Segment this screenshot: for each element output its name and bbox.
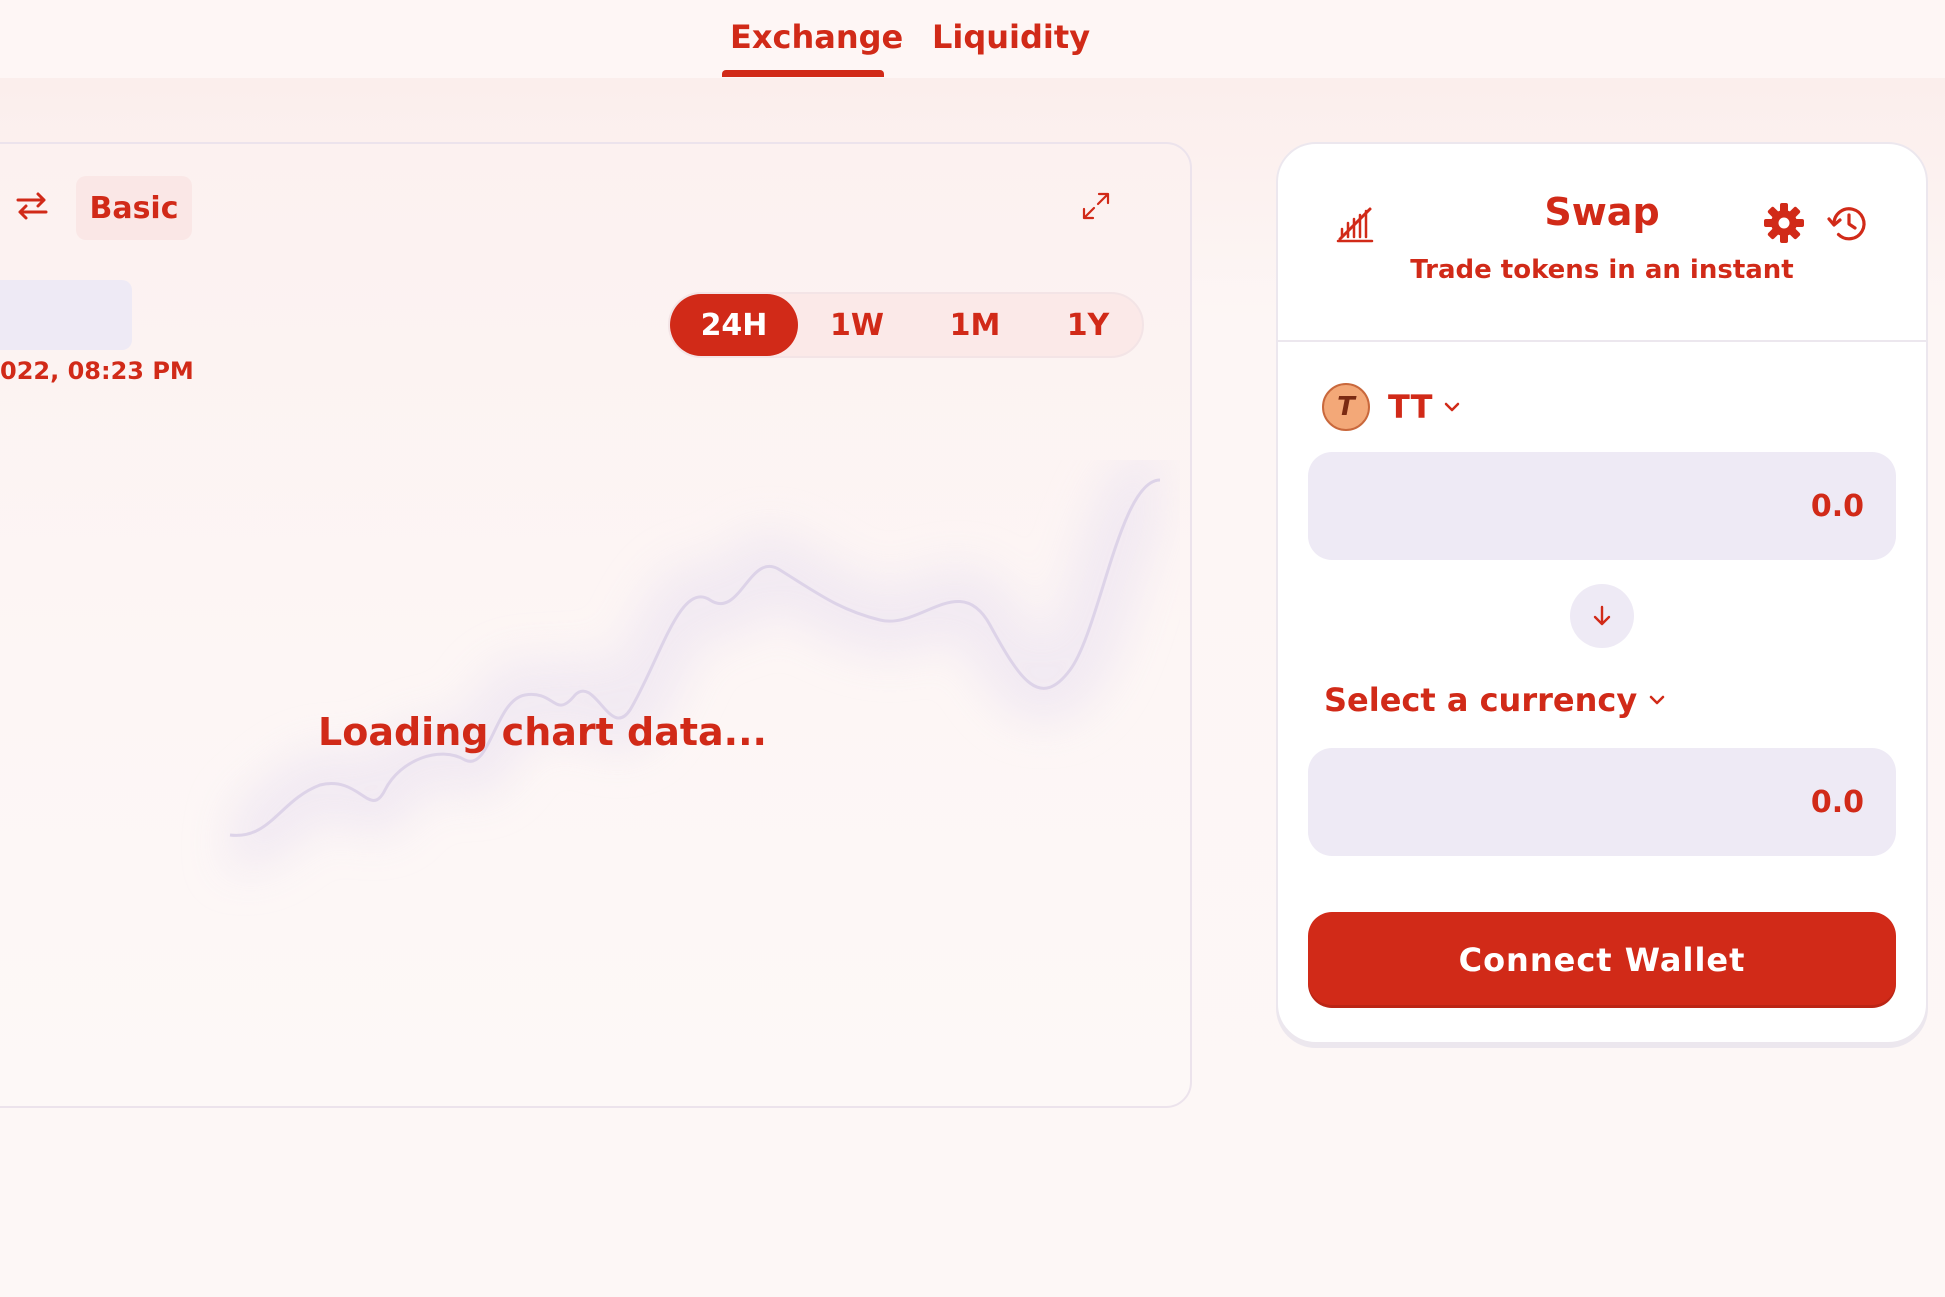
- chevron-down-icon: [1649, 695, 1665, 705]
- chevron-down-icon: [1445, 402, 1460, 412]
- active-tab-indicator: [722, 70, 884, 77]
- price-skeleton: [0, 280, 132, 350]
- history-icon[interactable]: [1826, 201, 1872, 247]
- from-token-symbol: TT: [1388, 388, 1433, 426]
- swap-header-divider: [1276, 340, 1928, 342]
- gear-icon[interactable]: [1762, 201, 1806, 245]
- select-currency-label: Select a currency: [1324, 681, 1638, 719]
- switch-direction-button[interactable]: [1570, 584, 1634, 648]
- range-24h-button[interactable]: 24H: [670, 294, 798, 356]
- expand-icon[interactable]: [1080, 190, 1112, 222]
- chart-placeholder-line: [225, 460, 1173, 871]
- tab-exchange[interactable]: Exchange: [730, 18, 903, 56]
- range-1w-button[interactable]: 1W: [798, 294, 916, 356]
- from-amount-input[interactable]: [1308, 452, 1896, 560]
- range-1y-button[interactable]: 1Y: [1034, 294, 1142, 356]
- from-token-selector[interactable]: T TT: [1322, 382, 1462, 432]
- chart-loading-text: Loading chart data...: [318, 710, 767, 754]
- range-1m-button[interactable]: 1M: [916, 294, 1034, 356]
- to-amount-input[interactable]: [1308, 748, 1896, 856]
- time-range-selector: 24H 1W 1M 1Y: [668, 292, 1144, 358]
- swap-arrows-icon[interactable]: [14, 188, 50, 224]
- swap-subtitle: Trade tokens in an instant: [1410, 255, 1794, 285]
- to-currency-selector[interactable]: Select a currency: [1324, 681, 1667, 719]
- arrow-down-icon: [1593, 605, 1611, 626]
- connect-wallet-button[interactable]: Connect Wallet: [1308, 912, 1896, 1008]
- token-logo: T: [1322, 383, 1370, 431]
- chart-view-toggle-basic[interactable]: Basic: [76, 176, 192, 240]
- tab-liquidity[interactable]: Liquidity: [932, 18, 1090, 56]
- chart-date: 022, 08:23 PM: [0, 357, 194, 385]
